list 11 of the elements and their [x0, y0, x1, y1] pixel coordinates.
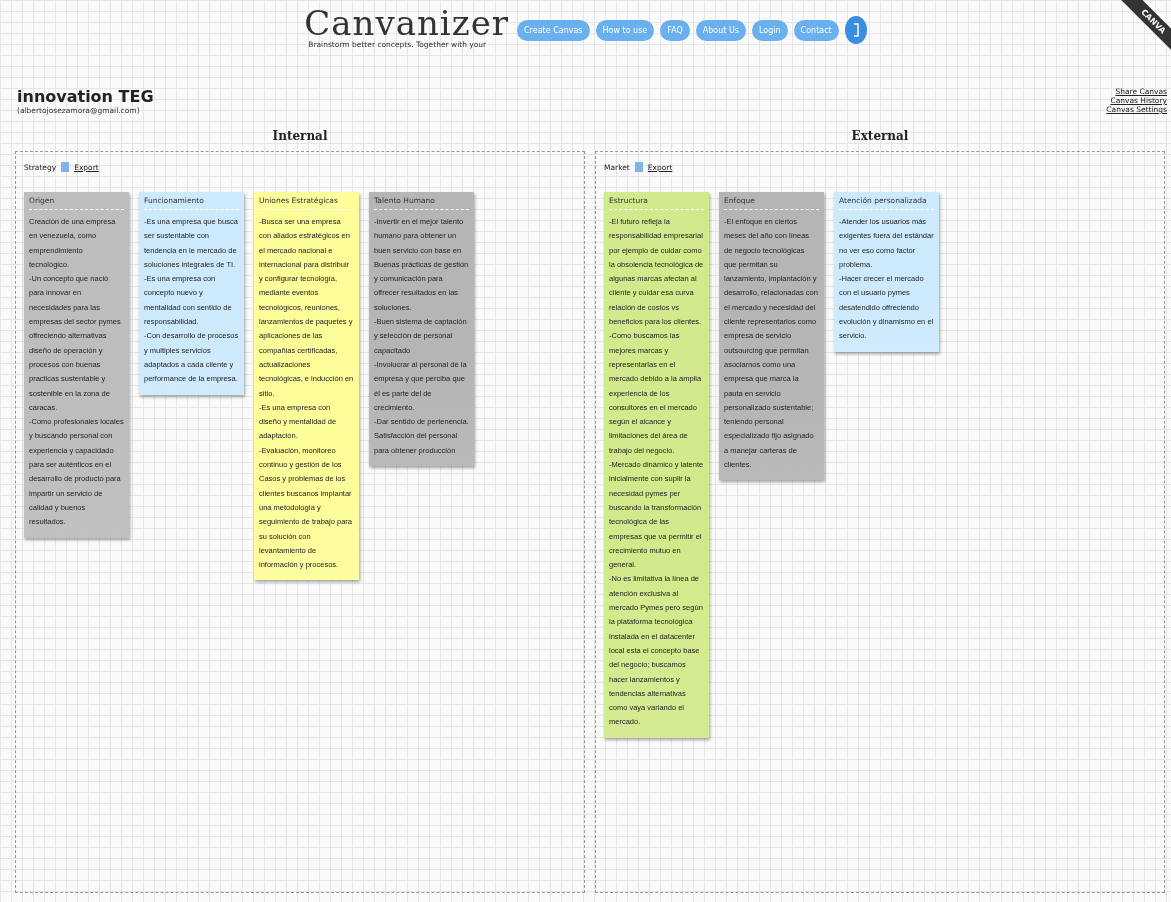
canvas-title: innovation TEG [17, 87, 154, 106]
sticky-note[interactable] [719, 192, 824, 481]
sticky-note[interactable] [139, 192, 244, 395]
sticky-note[interactable] [834, 192, 939, 352]
sticky-note[interactable] [369, 192, 474, 467]
sticky-note[interactable] [254, 192, 359, 581]
sticky-note[interactable] [604, 192, 709, 738]
logo[interactable]: Canvanizer [304, 6, 510, 40]
section-heading: External [851, 129, 909, 143]
section-heading: Internal [272, 129, 328, 143]
sticky-note[interactable] [24, 192, 129, 538]
